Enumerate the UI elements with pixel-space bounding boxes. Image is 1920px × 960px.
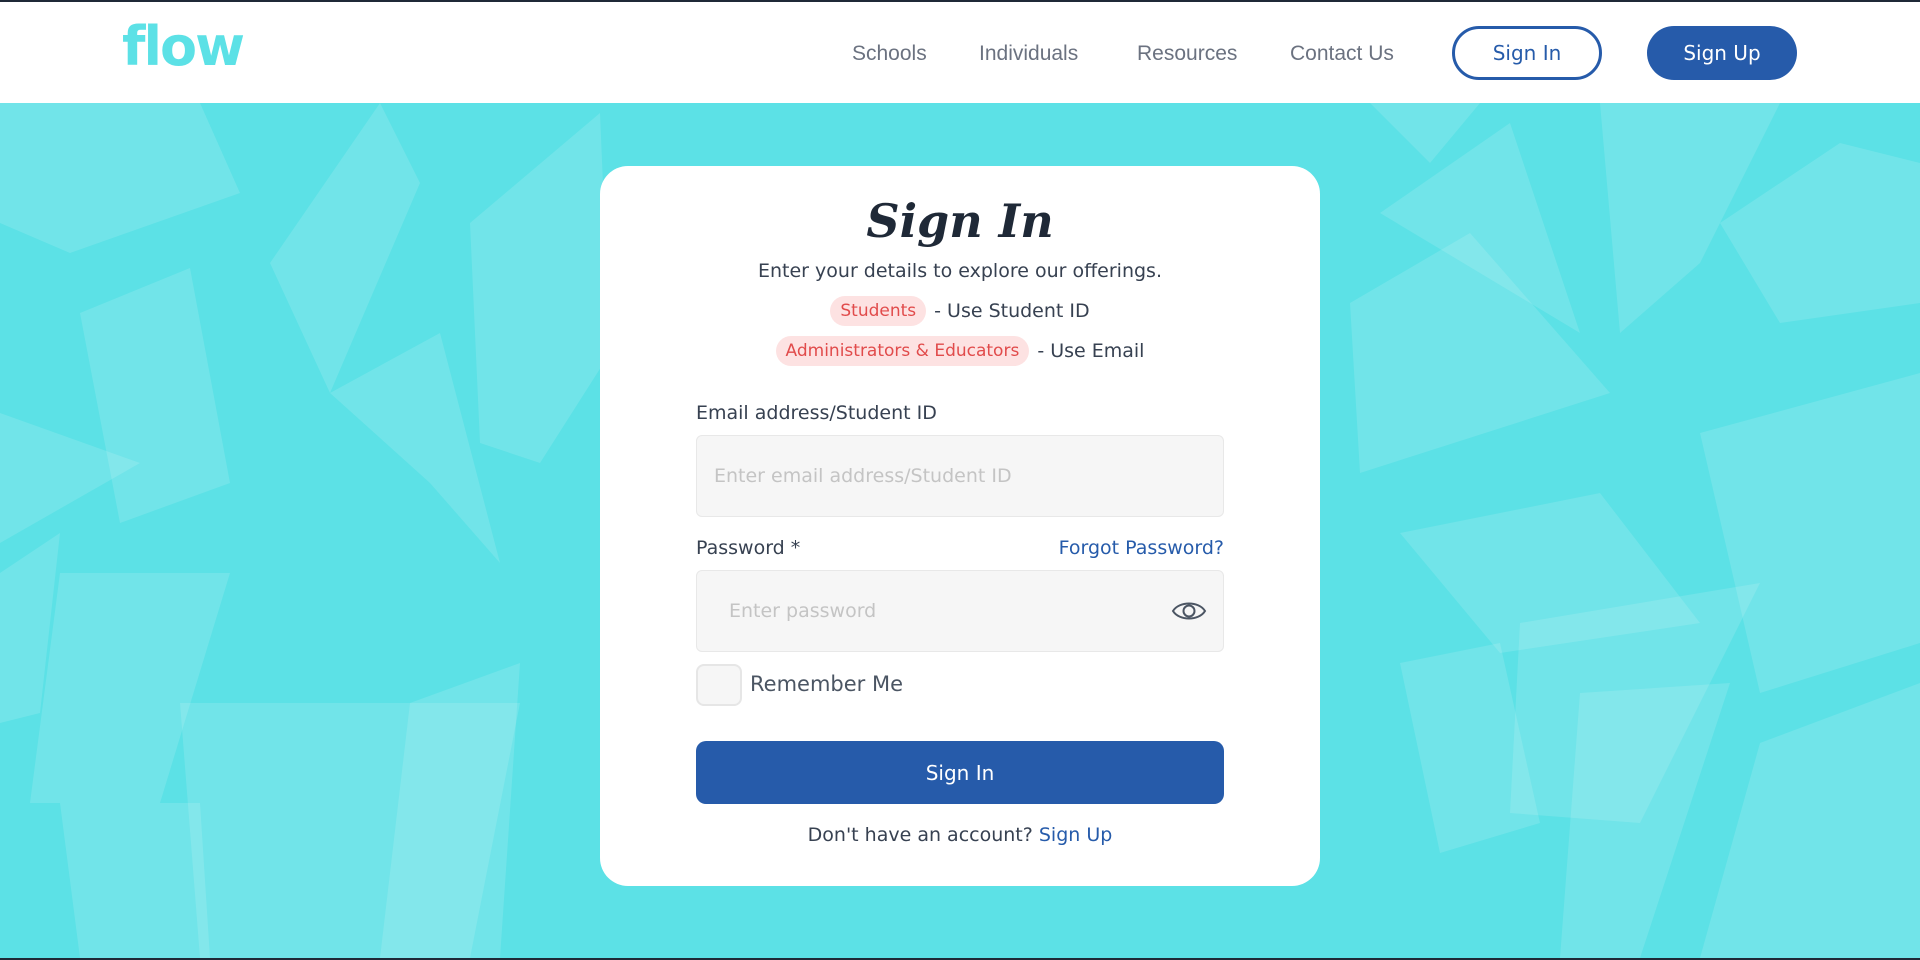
educators-hint: - Use Email bbox=[1037, 340, 1145, 362]
students-badge: Students bbox=[830, 296, 927, 326]
nav-sign-up-button[interactable]: Sign Up bbox=[1647, 26, 1797, 80]
sign-up-link[interactable]: Sign Up bbox=[1039, 824, 1112, 846]
page-title: Sign In bbox=[866, 194, 1054, 248]
password-field-box bbox=[696, 570, 1224, 652]
nav-link-schools[interactable]: Schools bbox=[852, 42, 927, 66]
nav-link-contact-us[interactable]: Contact Us bbox=[1290, 42, 1394, 66]
nav-link-resources[interactable]: Resources bbox=[1137, 42, 1237, 66]
flow-logo[interactable]: flow bbox=[122, 20, 245, 74]
email-field[interactable] bbox=[697, 436, 1223, 516]
students-hint: - Use Student ID bbox=[934, 300, 1090, 322]
role-hint-educators: Administrators & Educators - Use Email bbox=[600, 336, 1320, 366]
remember-me-checkbox[interactable] bbox=[696, 664, 742, 706]
email-field-box bbox=[696, 435, 1224, 517]
eye-icon[interactable] bbox=[1171, 596, 1207, 626]
nav-sign-in-button[interactable]: Sign In bbox=[1452, 26, 1602, 80]
sign-up-prompt: Don't have an account? Sign Up bbox=[600, 824, 1320, 846]
navbar: flow Schools Individuals Resources Conta… bbox=[0, 2, 1920, 103]
password-field[interactable] bbox=[697, 571, 1223, 651]
remember-me-label[interactable]: Remember Me bbox=[750, 672, 903, 696]
sign-in-submit-button[interactable]: Sign In bbox=[696, 741, 1224, 804]
sign-in-card: Sign In Enter your details to explore ou… bbox=[600, 166, 1320, 886]
subtitle: Enter your details to explore our offeri… bbox=[758, 260, 1162, 282]
sign-up-prompt-text: Don't have an account? bbox=[807, 824, 1033, 846]
educators-badge: Administrators & Educators bbox=[775, 336, 1030, 366]
password-label: Password * bbox=[696, 537, 801, 559]
role-hint-students: Students - Use Student ID bbox=[600, 296, 1320, 326]
nav-link-individuals[interactable]: Individuals bbox=[979, 42, 1078, 66]
email-label: Email address/Student ID bbox=[696, 402, 937, 424]
forgot-password-link[interactable]: Forgot Password? bbox=[1059, 537, 1224, 559]
